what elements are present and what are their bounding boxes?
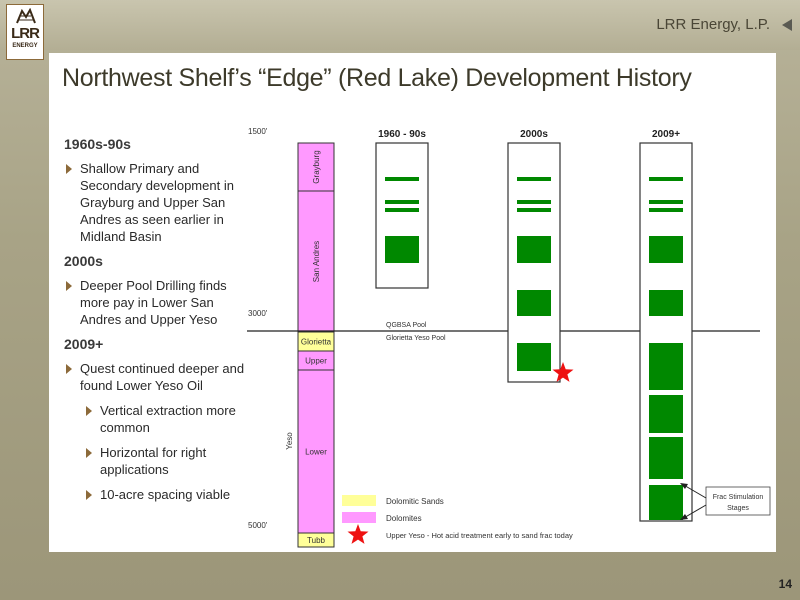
frac-label: Frac Stimulation xyxy=(713,494,764,501)
legend-star-icon xyxy=(347,524,369,544)
pay-thin-band xyxy=(517,177,551,181)
pool-label: QGBSA Pool xyxy=(386,322,427,329)
legend-label: Dolomitic Sands xyxy=(386,497,444,506)
pay-thin-band xyxy=(385,200,419,204)
formation-label: Tubb xyxy=(307,536,325,545)
formation-label: Upper xyxy=(305,357,327,366)
pay-zone xyxy=(385,236,419,263)
pay-zone xyxy=(649,395,683,433)
development-history-diagram: 1500' 3000' 5000' Grayburg San Andres Gloriet… xyxy=(247,127,771,548)
formation-label: Grayburg xyxy=(312,150,321,183)
yeso-label: Yeso xyxy=(285,432,294,450)
pay-zone xyxy=(649,371,683,390)
pay-thin-band xyxy=(517,208,551,212)
pay-zone xyxy=(517,236,551,263)
formation-label: Lower xyxy=(305,448,327,457)
pay-zone xyxy=(649,236,683,263)
pay-zone xyxy=(649,485,683,520)
pay-zone xyxy=(649,290,683,316)
depth-label: 3000' xyxy=(248,309,268,318)
pay-zone xyxy=(517,290,551,316)
legend-swatch-dolomites xyxy=(342,512,376,523)
pay-thin-band xyxy=(517,200,551,204)
depth-label: 1500' xyxy=(248,127,268,136)
pay-zone xyxy=(517,343,551,371)
pool-label: Glorietta Yeso Pool xyxy=(386,335,446,342)
formation-label: Glorietta xyxy=(301,338,332,347)
pay-thin-band xyxy=(649,208,683,212)
pay-thin-band xyxy=(649,177,683,181)
legend-label: Upper Yeso - Hot acid treatment early to… xyxy=(386,531,573,540)
page-number: 14 xyxy=(778,577,792,591)
pay-zone xyxy=(649,437,683,479)
pay-thin-band xyxy=(385,208,419,212)
wellbore-column xyxy=(375,142,429,289)
depth-label: 5000' xyxy=(248,521,268,530)
column-header: 2000s xyxy=(520,129,548,140)
pay-zone xyxy=(649,343,683,371)
column-header: 2009+ xyxy=(652,129,680,140)
legend-label: Dolomites xyxy=(386,514,422,523)
frac-label: Stages xyxy=(727,505,749,512)
formation-label: San Andres xyxy=(312,241,321,282)
legend-swatch-dolomitic-sands xyxy=(342,495,376,506)
pay-thin-band xyxy=(385,177,419,181)
column-header: 1960 - 90s xyxy=(378,129,426,140)
pay-thin-band xyxy=(649,200,683,204)
